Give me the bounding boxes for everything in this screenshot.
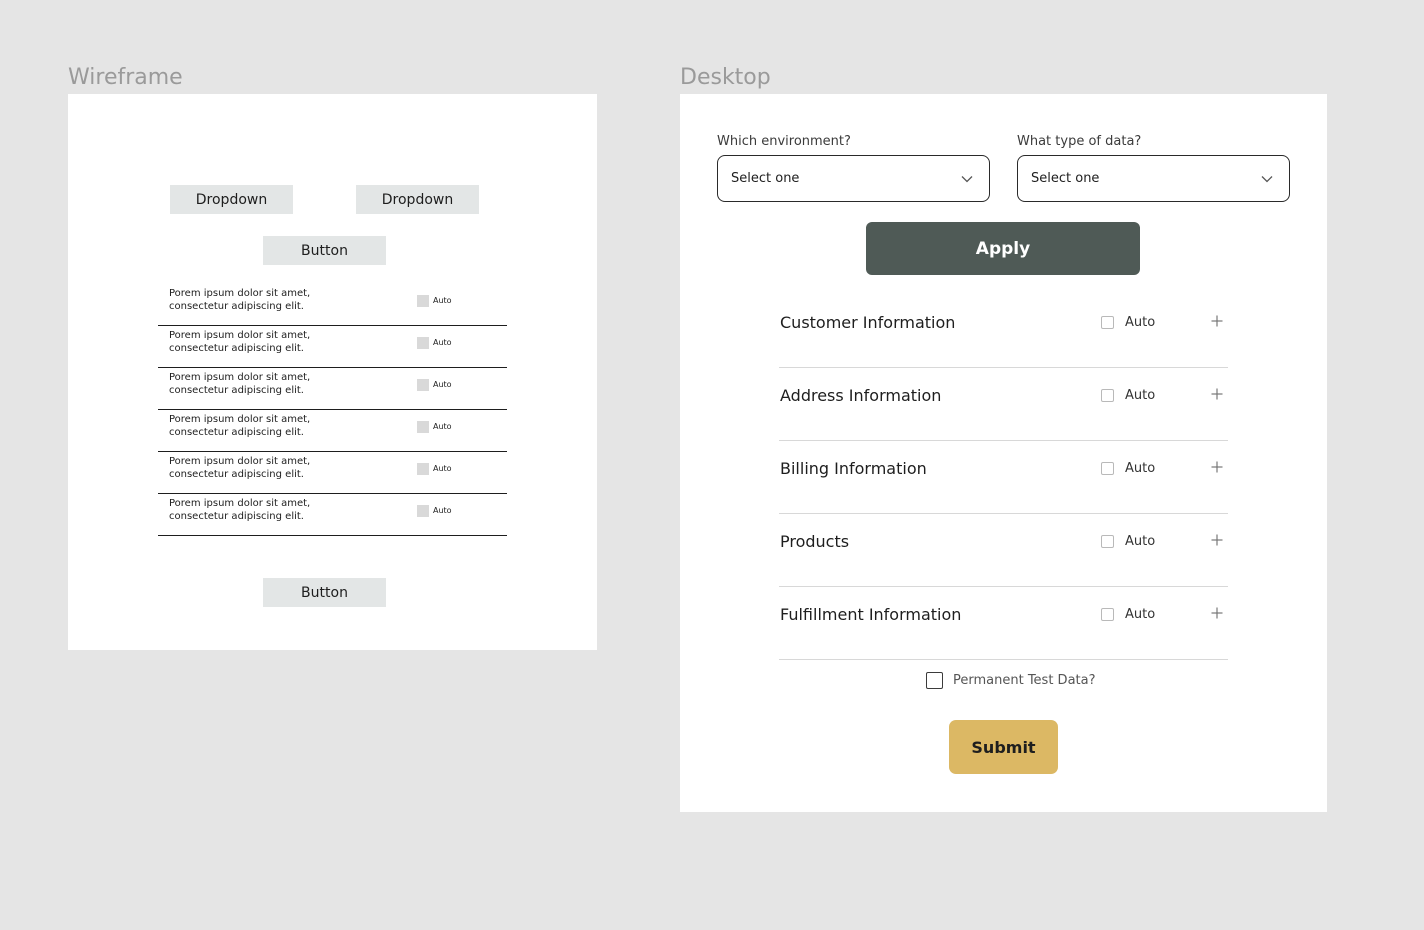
- section-title: Address Information: [780, 386, 942, 405]
- wireframe-row-checkbox[interactable]: [417, 295, 429, 307]
- environment-select-value: Select one: [731, 171, 800, 186]
- auto-checkbox-label: Auto: [1125, 607, 1156, 622]
- wireframe-dropdown-1[interactable]: Dropdown: [170, 185, 293, 214]
- permanent-test-data-checkbox[interactable]: [926, 672, 943, 689]
- wireframe-row-check-label: Auto: [433, 380, 452, 389]
- chevron-down-icon: [1261, 176, 1273, 183]
- design-canvas: Wireframe Dropdown Dropdown Button Porem…: [0, 0, 1424, 930]
- environment-label: Which environment?: [717, 134, 851, 149]
- wireframe-row-text: Porem ipsum dolor sit amet, consectetur …: [169, 414, 311, 438]
- wireframe-row-checkbox[interactable]: [417, 463, 429, 475]
- section-title: Products: [780, 532, 850, 551]
- wireframe-row: Porem ipsum dolor sit amet, consectetur …: [158, 368, 507, 410]
- wireframe-row-text: Porem ipsum dolor sit amet, consectetur …: [169, 288, 311, 312]
- wireframe-button-bottom[interactable]: Button: [263, 578, 386, 607]
- wireframe-row-check-label: Auto: [433, 506, 452, 515]
- plus-icon[interactable]: [1211, 461, 1223, 473]
- desktop-frame: Which environment? Select one What type …: [680, 94, 1327, 812]
- auto-checkbox[interactable]: [1101, 608, 1114, 621]
- desktop-frame-label: Desktop: [680, 65, 771, 90]
- wireframe-row-text: Porem ipsum dolor sit amet, consectetur …: [169, 498, 311, 522]
- wireframe-row-check-label: Auto: [433, 296, 452, 305]
- wireframe-row-check-label: Auto: [433, 338, 452, 347]
- plus-icon[interactable]: [1211, 607, 1223, 619]
- section-title: Customer Information: [780, 313, 956, 332]
- wireframe-row-text: Porem ipsum dolor sit amet, consectetur …: [169, 330, 311, 354]
- permanent-test-data-label: Permanent Test Data?: [953, 673, 1096, 688]
- chevron-down-icon: [961, 176, 973, 183]
- wireframe-frame: Dropdown Dropdown Button Porem ipsum dol…: [68, 94, 597, 650]
- data-type-select[interactable]: Select one: [1017, 155, 1290, 202]
- wireframe-frame-label: Wireframe: [68, 65, 183, 90]
- wireframe-row: Porem ipsum dolor sit amet, consectetur …: [158, 452, 507, 494]
- auto-checkbox-label: Auto: [1125, 534, 1156, 549]
- auto-checkbox-label: Auto: [1125, 315, 1156, 330]
- auto-checkbox-label: Auto: [1125, 461, 1156, 476]
- plus-icon[interactable]: [1211, 315, 1223, 327]
- wireframe-row: Porem ipsum dolor sit amet, consectetur …: [158, 284, 507, 326]
- wireframe-row-text: Porem ipsum dolor sit amet, consectetur …: [169, 372, 311, 396]
- wireframe-row-checkbox[interactable]: [417, 421, 429, 433]
- section-customer-information[interactable]: Customer Information Auto: [779, 295, 1228, 368]
- section-title: Fulfillment Information: [780, 605, 962, 624]
- apply-button[interactable]: Apply: [866, 222, 1140, 275]
- section-billing-information[interactable]: Billing Information Auto: [779, 441, 1228, 514]
- environment-select[interactable]: Select one: [717, 155, 990, 202]
- auto-checkbox[interactable]: [1101, 316, 1114, 329]
- data-type-label: What type of data?: [1017, 134, 1142, 149]
- wireframe-row: Porem ipsum dolor sit amet, consectetur …: [158, 326, 507, 368]
- wireframe-row-checkbox[interactable]: [417, 379, 429, 391]
- wireframe-dropdown-2[interactable]: Dropdown: [356, 185, 479, 214]
- auto-checkbox[interactable]: [1101, 389, 1114, 402]
- wireframe-button-top[interactable]: Button: [263, 236, 386, 265]
- auto-checkbox[interactable]: [1101, 535, 1114, 548]
- wireframe-row: Porem ipsum dolor sit amet, consectetur …: [158, 494, 507, 536]
- submit-button[interactable]: Submit: [949, 720, 1058, 774]
- wireframe-row-check-label: Auto: [433, 422, 452, 431]
- section-address-information[interactable]: Address Information Auto: [779, 368, 1228, 441]
- plus-icon[interactable]: [1211, 534, 1223, 546]
- wireframe-row-checkbox[interactable]: [417, 505, 429, 517]
- auto-checkbox[interactable]: [1101, 462, 1114, 475]
- wireframe-row: Porem ipsum dolor sit amet, consectetur …: [158, 410, 507, 452]
- wireframe-row-check-label: Auto: [433, 464, 452, 473]
- data-type-select-value: Select one: [1031, 171, 1100, 186]
- wireframe-row-checkbox[interactable]: [417, 337, 429, 349]
- section-fulfillment-information[interactable]: Fulfillment Information Auto: [779, 587, 1228, 660]
- section-products[interactable]: Products Auto: [779, 514, 1228, 587]
- wireframe-row-text: Porem ipsum dolor sit amet, consectetur …: [169, 456, 311, 480]
- plus-icon[interactable]: [1211, 388, 1223, 400]
- section-title: Billing Information: [780, 459, 927, 478]
- auto-checkbox-label: Auto: [1125, 388, 1156, 403]
